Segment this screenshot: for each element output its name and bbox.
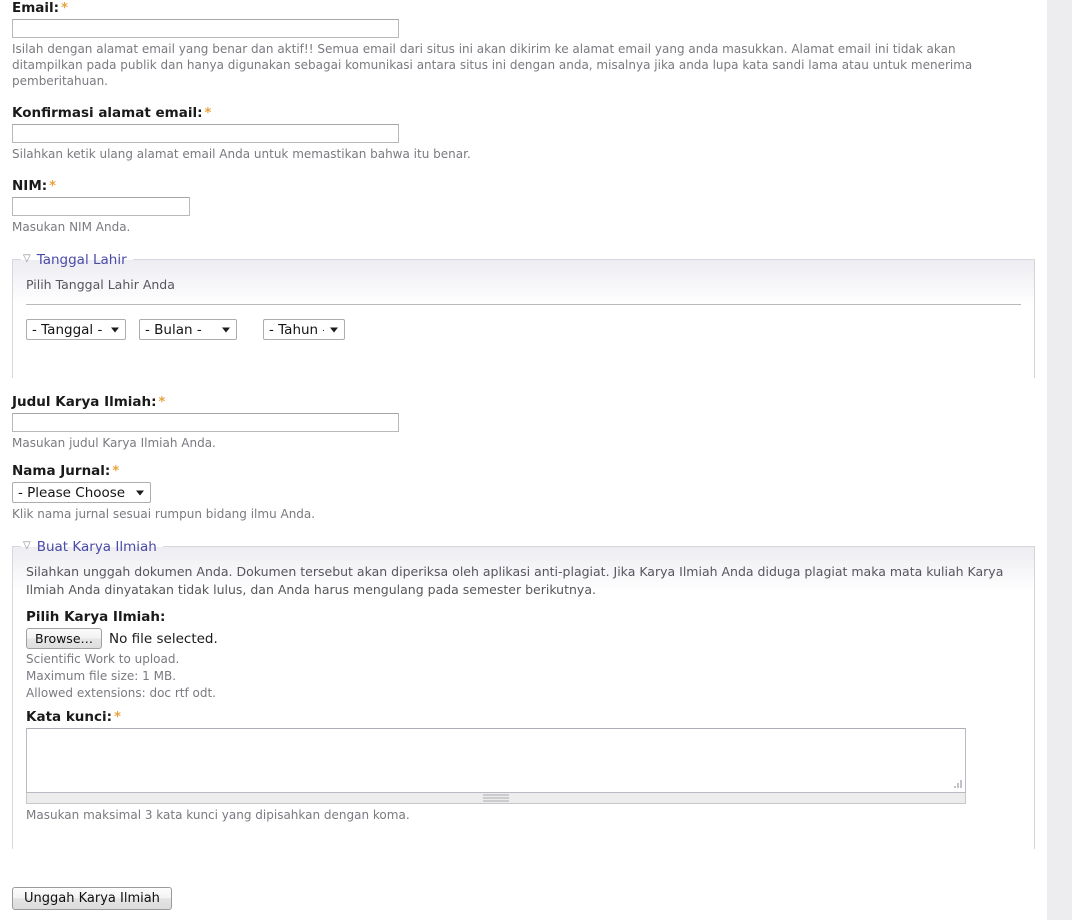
collapse-triangle-icon[interactable]: ▽ — [23, 254, 31, 264]
form-item-nim: NIM:* Masukan NIM Anda. — [0, 178, 1047, 235]
email-confirm-input[interactable] — [12, 124, 399, 143]
nama-jurnal-select[interactable]: - Please Choose - — [12, 482, 151, 503]
fieldset-tanggal-lahir-legend-text[interactable]: Tanggal Lahir — [37, 252, 127, 268]
fieldset-buat-karya-ilmiah: ▽ Buat Karya Ilmiah Silahkan unggah doku… — [12, 538, 1035, 849]
fieldset-buat-karya-ilmiah-body: Silahkan unggah dokumen Anda. Dokumen te… — [13, 555, 1034, 823]
kata-kunci-label-text: Kata kunci: — [26, 709, 112, 725]
grippie-lines-icon — [483, 795, 509, 802]
submit-area: Unggah Karya Ilmiah — [0, 849, 1047, 910]
nama-jurnal-required-marker: * — [110, 464, 119, 479]
day-select-wrap: - Tanggal - — [26, 319, 126, 340]
email-confirm-label-text: Konfirmasi alamat email: — [12, 105, 202, 121]
email-label-text: Email: — [12, 0, 59, 16]
birthdate-year-select[interactable]: - Tahun - — [263, 319, 345, 340]
fieldset-tanggal-lahir-legend[interactable]: ▽ Tanggal Lahir — [21, 251, 133, 268]
upload-description: Silahkan unggah dokumen Anda. Dokumen te… — [26, 563, 1021, 599]
judul-input[interactable] — [12, 413, 399, 432]
fieldset-tanggal-lahir: ▽ Tanggal Lahir Pilih Tanggal Lahir Anda… — [12, 251, 1035, 378]
form-item-email: Email:* Isilah dengan alamat email yang … — [0, 0, 1047, 89]
nama-jurnal-label: Nama Jurnal:* — [12, 463, 1035, 479]
nama-jurnal-label-text: Nama Jurnal: — [12, 463, 110, 479]
unggah-karya-ilmiah-button[interactable]: Unggah Karya Ilmiah — [12, 887, 172, 910]
birthdate-select-row: - Tanggal - - Bulan - - Tahun - — [26, 319, 1021, 340]
form-item-nama-jurnal: Nama Jurnal:* - Please Choose - Klik nam… — [0, 463, 1047, 522]
judul-label: Judul Karya Ilmiah:* — [12, 394, 1035, 410]
kata-kunci-description: Masukan maksimal 3 kata kunci yang dipis… — [26, 807, 1021, 823]
kata-kunci-label: Kata kunci:* — [26, 709, 1021, 725]
birthdate-day-select[interactable]: - Tanggal - — [26, 319, 126, 340]
fieldset-tanggal-lahir-body: Pilih Tanggal Lahir Anda - Tanggal - - B… — [13, 268, 1034, 368]
year-select-wrap: - Tahun - — [263, 319, 345, 340]
upload-note-description: Scientific Work to upload. — [26, 651, 1021, 667]
right-gutter-panel — [1047, 0, 1072, 920]
email-input[interactable] — [12, 19, 399, 38]
nim-label-text: NIM: — [12, 178, 47, 194]
email-description: Isilah dengan alamat email yang benar da… — [12, 41, 1012, 89]
kata-kunci-textarea-wrap — [26, 728, 966, 793]
judul-required-marker: * — [157, 395, 166, 410]
nim-required-marker: * — [47, 179, 56, 194]
nim-input[interactable] — [12, 197, 190, 216]
divider — [26, 304, 1021, 305]
textarea-grippie-handle[interactable] — [26, 793, 966, 804]
nim-description: Masukan NIM Anda. — [12, 219, 1012, 235]
email-label: Email:* — [12, 0, 1035, 16]
upload-note-extensions: Allowed extensions: doc rtf odt. — [26, 685, 1021, 701]
form-item-judul: Judul Karya Ilmiah:* Masukan judul Karya… — [0, 394, 1047, 451]
file-upload-row: Browse… No file selected. — [26, 628, 1021, 649]
fieldset-buat-karya-ilmiah-legend[interactable]: ▽ Buat Karya Ilmiah — [21, 538, 163, 555]
form-item-email-confirm: Konfirmasi alamat email:* Silahkan ketik… — [0, 105, 1047, 162]
email-required-marker: * — [59, 1, 68, 16]
upload-note-max-size: Maximum file size: 1 MB. — [26, 668, 1021, 684]
nim-label: NIM:* — [12, 178, 1035, 194]
kata-kunci-textarea[interactable] — [26, 728, 966, 793]
judul-label-text: Judul Karya Ilmiah: — [12, 394, 157, 410]
email-confirm-required-marker: * — [202, 106, 211, 121]
kata-kunci-required-marker: * — [112, 710, 121, 725]
email-confirm-label: Konfirmasi alamat email:* — [12, 105, 1035, 121]
registration-form: Email:* Isilah dengan alamat email yang … — [0, 0, 1047, 910]
nama-jurnal-description: Klik nama jurnal sesuai rumpun bidang il… — [12, 506, 1012, 522]
pilih-karya-ilmiah-label: Pilih Karya Ilmiah: — [26, 609, 1021, 625]
browse-button[interactable]: Browse… — [26, 628, 102, 649]
judul-description: Masukan judul Karya Ilmiah Anda. — [12, 435, 1012, 451]
birthdate-month-select[interactable]: - Bulan - — [139, 319, 237, 340]
month-select-wrap: - Bulan - — [139, 319, 237, 340]
email-confirm-description: Silahkan ketik ulang alamat email Anda u… — [12, 146, 1012, 162]
collapse-triangle-icon[interactable]: ▽ — [23, 541, 31, 551]
file-selected-status: No file selected. — [109, 631, 218, 647]
tanggal-lahir-description: Pilih Tanggal Lahir Anda — [26, 276, 1021, 294]
nama-jurnal-select-wrap: - Please Choose - — [12, 482, 151, 503]
fieldset-buat-karya-ilmiah-legend-text[interactable]: Buat Karya Ilmiah — [37, 539, 157, 555]
